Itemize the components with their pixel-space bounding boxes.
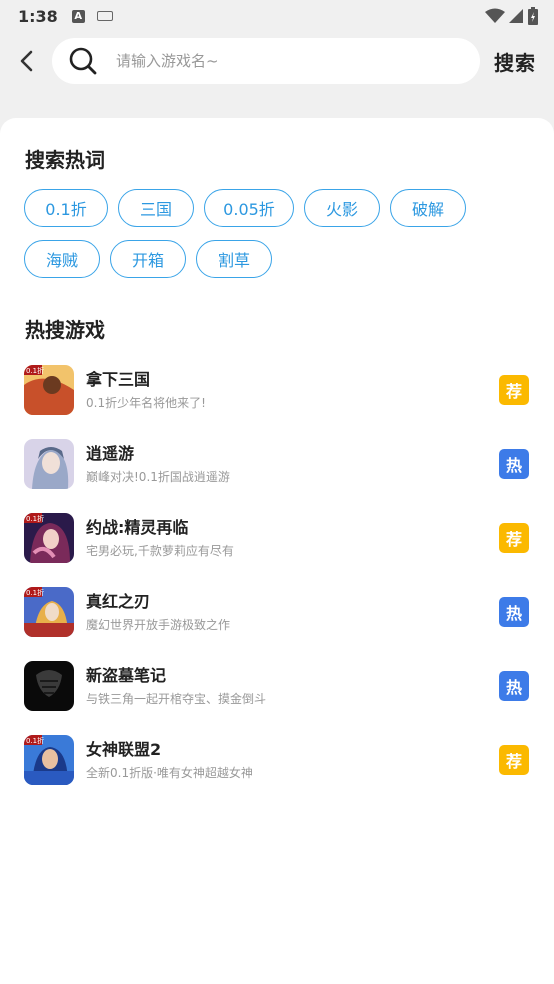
game-desc: 巅峰对决!0.1折国战逍遥游 <box>86 470 230 484</box>
game-name: 女神联盟2 <box>86 740 162 759</box>
game-item[interactable]: 0.1折 女神联盟2 全新0.1折版·唯有女神超越女神 荐 <box>24 732 534 806</box>
battery-icon <box>528 7 538 25</box>
chevron-left-icon <box>20 50 33 72</box>
hot-keywords: 0.1折 三国 0.05折 火影 破解 海贼 开箱 割草 <box>24 189 534 291</box>
game-item[interactable]: 新盗墓笔记 与铁三角一起开棺夺宝、摸金倒斗 热 <box>24 658 534 732</box>
hot-badge: 热 <box>499 671 529 701</box>
keyword-tag[interactable]: 三国 <box>118 189 194 227</box>
svg-text:0.1折: 0.1折 <box>26 366 44 375</box>
tag-row: 海贼 开箱 割草 <box>24 240 534 278</box>
game-icon <box>24 661 74 711</box>
search-header: 搜索 <box>0 36 554 88</box>
game-desc: 魔幻世界开放手游极致之作 <box>86 618 231 632</box>
keyword-tag[interactable]: 0.05折 <box>204 189 294 227</box>
game-name: 逍遥游 <box>86 444 135 463</box>
game-desc: 0.1折少年名将他来了! <box>86 396 206 410</box>
keyword-tag[interactable]: 割草 <box>196 240 272 278</box>
game-item[interactable]: 0.1折 拿下三国 0.1折少年名将他来了! 荐 <box>24 362 534 436</box>
recommend-badge: 荐 <box>499 745 529 775</box>
game-desc: 全新0.1折版·唯有女神超越女神 <box>86 766 253 780</box>
keyword-tag[interactable]: 破解 <box>390 189 466 227</box>
search-icon <box>69 47 97 75</box>
search-input[interactable] <box>116 52 446 70</box>
signal-icon <box>509 9 523 23</box>
keyword-tag[interactable]: 海贼 <box>24 240 100 278</box>
recommend-badge: 荐 <box>499 375 529 405</box>
content-card: 搜索热词 0.1折 三国 0.05折 火影 破解 海贼 开箱 割草 热搜游戏 0… <box>0 118 554 984</box>
status-bar: 1:38 A <box>0 0 554 32</box>
svg-text:0.1折: 0.1折 <box>26 736 44 745</box>
game-name: 约战:精灵再临 <box>86 518 189 537</box>
game-desc: 与铁三角一起开棺夺宝、摸金倒斗 <box>86 692 267 706</box>
tag-row: 0.1折 三国 0.05折 火影 破解 <box>24 189 534 227</box>
game-icon: 0.1折 <box>24 365 74 415</box>
game-icon <box>24 439 74 489</box>
game-item[interactable]: 0.1折 真红之刃 魔幻世界开放手游极致之作 热 <box>24 584 534 658</box>
game-icon: 0.1折 <box>24 735 74 785</box>
hot-badge: 热 <box>499 449 529 479</box>
wifi-icon <box>485 8 505 23</box>
svg-text:0.1折: 0.1折 <box>26 588 44 597</box>
notification-a-icon: A <box>71 9 85 23</box>
search-box[interactable] <box>52 38 480 84</box>
recommend-badge: 荐 <box>499 523 529 553</box>
game-icon: 0.1折 <box>24 587 74 637</box>
game-item[interactable]: 逍遥游 巅峰对决!0.1折国战逍遥游 热 <box>24 436 534 510</box>
game-item[interactable]: 0.1折 约战:精灵再临 宅男必玩,千款萝莉应有尽有 荐 <box>24 510 534 584</box>
keyboard-icon <box>96 11 113 21</box>
hot-keywords-title: 搜索热词 <box>25 148 105 172</box>
game-name: 真红之刃 <box>86 592 151 611</box>
status-time: 1:38 <box>18 6 58 26</box>
keyword-tag[interactable]: 开箱 <box>110 240 186 278</box>
status-icons <box>485 7 538 25</box>
game-name: 拿下三国 <box>86 370 151 389</box>
game-desc: 宅男必玩,千款萝莉应有尽有 <box>86 544 234 558</box>
hot-badge: 热 <box>499 597 529 627</box>
search-button[interactable]: 搜索 <box>494 47 536 76</box>
keyword-tag[interactable]: 火影 <box>304 189 380 227</box>
keyword-tag[interactable]: 0.1折 <box>24 189 108 227</box>
game-icon: 0.1折 <box>24 513 74 563</box>
hot-games-list: 0.1折 拿下三国 0.1折少年名将他来了! 荐 逍遥游 巅峰对决!0.1折国战… <box>24 362 534 806</box>
svg-text:0.1折: 0.1折 <box>26 514 44 523</box>
back-button[interactable] <box>12 46 42 76</box>
game-name: 新盗墓笔记 <box>86 666 167 685</box>
hot-games-title: 热搜游戏 <box>25 318 105 342</box>
